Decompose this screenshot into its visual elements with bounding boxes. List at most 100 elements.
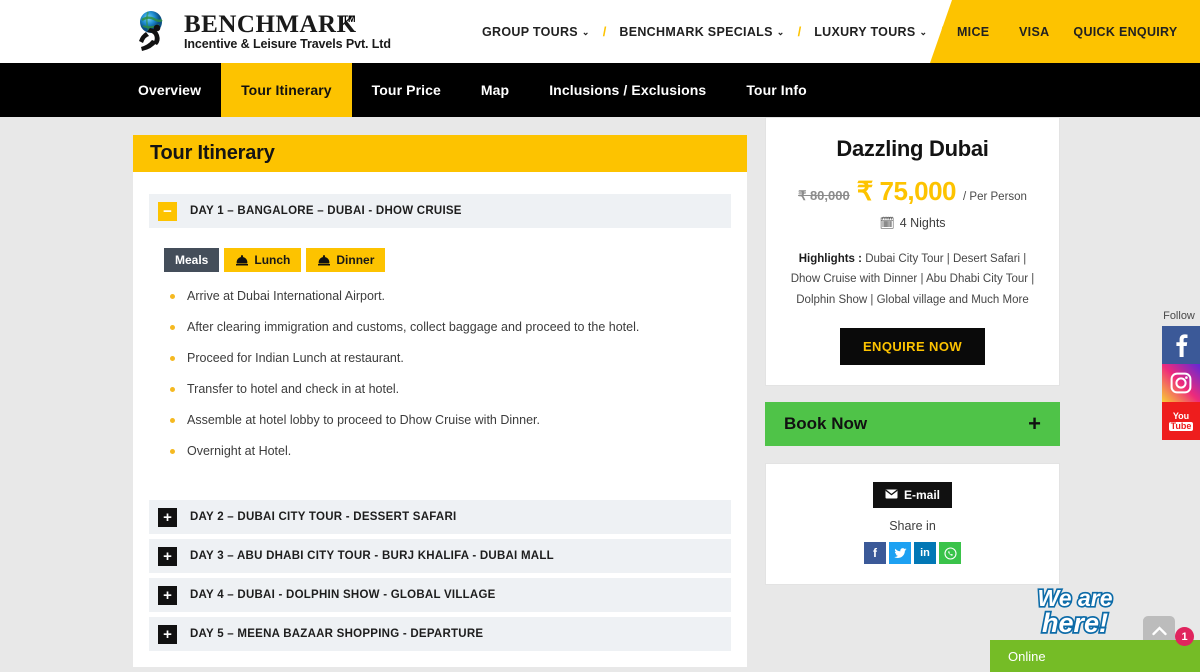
linkedin-icon[interactable]: in bbox=[914, 542, 936, 565]
nav-label: VISA bbox=[1019, 24, 1050, 39]
nav-label: MICE bbox=[956, 24, 990, 39]
highlights-label: Highlights : bbox=[798, 253, 862, 265]
facebook-icon[interactable] bbox=[1162, 326, 1200, 364]
tab-inclusions-exclusions[interactable]: Inclusions / Exclusions bbox=[529, 63, 726, 117]
nav-label: BENCHMARK SPECIALS bbox=[619, 24, 773, 39]
list-item: Overnight at Hotel. bbox=[170, 445, 731, 458]
whatsapp-icon[interactable] bbox=[939, 542, 961, 565]
per-person-label: / Per Person bbox=[963, 191, 1027, 203]
list-item: Transfer to hotel and check in at hotel. bbox=[170, 383, 731, 396]
nav-label: LUXURY TOURS bbox=[814, 24, 916, 39]
day-title: DAY 4 – DUBAI - DOLPHIN SHOW - GLOBAL VI… bbox=[190, 589, 496, 601]
meals-badges: Meals Lunch Dinner bbox=[164, 248, 731, 272]
follow-label: Follow bbox=[1163, 310, 1195, 322]
instagram-icon[interactable] bbox=[1162, 364, 1200, 402]
meals-label-badge: Meals bbox=[164, 248, 220, 272]
tab-tour-itinerary[interactable]: Tour Itinerary bbox=[221, 63, 352, 117]
day-title: DAY 5 – MEENA BAZAAR SHOPPING - DEPARTUR… bbox=[190, 628, 484, 640]
nav-label: GROUP TOURS bbox=[482, 24, 578, 39]
chevron-up-icon bbox=[1151, 623, 1167, 641]
tour-itinerary-body: − DAY 1 – BANGALORE – DUBAI - DHOW CRUIS… bbox=[133, 172, 747, 667]
tour-itinerary-panel: Tour Itinerary − DAY 1 – BANGALORE – DUB… bbox=[133, 135, 747, 667]
list-item: After clearing immigration and customs, … bbox=[170, 321, 731, 334]
accordion-row-day-3[interactable]: + DAY 3 – ABU DHABI CITY TOUR - BURJ KHA… bbox=[149, 539, 731, 573]
tour-itinerary-panel-header: Tour Itinerary bbox=[133, 135, 747, 172]
list-item: Arrive at Dubai International Airport. bbox=[170, 290, 731, 303]
discounted-price: ₹ 75,000 bbox=[856, 176, 957, 206]
tour-name: Dazzling Dubai bbox=[836, 136, 989, 161]
list-item: Proceed for Indian Lunch at restaurant. bbox=[170, 352, 731, 365]
plus-icon[interactable]: + bbox=[158, 507, 177, 527]
nav-separator: / bbox=[797, 24, 802, 39]
meal-label: Dinner bbox=[336, 253, 375, 267]
calendar-icon: 🗓 bbox=[879, 216, 895, 230]
enquire-now-button[interactable]: ENQUIRE NOW bbox=[839, 328, 985, 366]
meal-badge-lunch: Lunch bbox=[224, 248, 302, 272]
food-dome-icon bbox=[235, 254, 249, 266]
tour-section-tabs: Overview Tour Itinerary Tour Price Map I… bbox=[0, 63, 1200, 117]
tab-map[interactable]: Map bbox=[461, 63, 529, 117]
facebook-icon[interactable]: f bbox=[864, 542, 886, 565]
sidebar-column: Dazzling Dubai ₹ 80,000 ₹ 75,000 / Per P… bbox=[765, 117, 1060, 672]
page-title: Tour Itinerary bbox=[150, 142, 275, 164]
food-dome-icon bbox=[317, 254, 331, 266]
accordion-row-day-1[interactable]: − DAY 1 – BANGALORE – DUBAI - DHOW CRUIS… bbox=[149, 194, 731, 228]
original-price: ₹ 80,000 bbox=[798, 188, 850, 203]
chat-unread-badge: 1 bbox=[1175, 627, 1194, 646]
tour-summary-card: Dazzling Dubai ₹ 80,000 ₹ 75,000 / Per P… bbox=[765, 117, 1060, 387]
twitter-icon[interactable] bbox=[889, 542, 911, 565]
page-content: Tour Itinerary − DAY 1 – BANGALORE – DUB… bbox=[0, 117, 1200, 672]
plus-icon: + bbox=[1028, 411, 1041, 437]
plus-icon[interactable]: + bbox=[158, 546, 177, 566]
chevron-down-icon: ⌄ bbox=[776, 27, 785, 37]
email-label: E-mail bbox=[903, 488, 940, 503]
nights-row: 🗓 4 Nights bbox=[782, 216, 1043, 230]
running-man-globe-icon bbox=[130, 8, 178, 56]
price-row: ₹ 80,000 ₹ 75,000 / Per Person bbox=[782, 176, 1043, 207]
online-label: Online bbox=[1008, 648, 1046, 664]
social-follow-rail: Follow You Tube bbox=[1158, 310, 1200, 440]
main-column: Tour Itinerary − DAY 1 – BANGALORE – DUB… bbox=[133, 117, 747, 672]
nav-item-luxury-tours[interactable]: LUXURY TOURS ⌄ bbox=[812, 25, 929, 39]
book-now-label: Book Now bbox=[784, 414, 868, 434]
nav-item-group-tours[interactable]: GROUP TOURS ⌄ bbox=[480, 25, 592, 39]
meal-label: Lunch bbox=[254, 253, 291, 267]
brand-tagline: Incentive & Leisure Travels Pvt. Ltd bbox=[184, 37, 391, 52]
list-item: Assemble at hotel lobby to proceed to Dh… bbox=[170, 414, 731, 427]
site-logo[interactable]: BENCHMARKTM Incentive & Leisure Travels … bbox=[130, 8, 391, 56]
chevron-down-icon: ⌄ bbox=[581, 27, 590, 37]
youtube-icon[interactable]: You Tube bbox=[1162, 402, 1200, 440]
tab-tour-info[interactable]: Tour Info bbox=[726, 63, 827, 117]
nav-item-visa[interactable]: VISA bbox=[1017, 25, 1051, 39]
minus-icon[interactable]: − bbox=[158, 201, 177, 221]
brand-name: BENCHMARK bbox=[184, 11, 357, 39]
trademark-symbol: TM bbox=[342, 14, 356, 25]
day-title: DAY 1 – BANGALORE – DUBAI - DHOW CRUISE bbox=[190, 205, 462, 217]
day-1-itinerary-points: Arrive at Dubai International Airport. A… bbox=[170, 290, 731, 458]
accordion-row-day-4[interactable]: + DAY 4 – DUBAI - DOLPHIN SHOW - GLOBAL … bbox=[149, 578, 731, 612]
nav-item-benchmark-specials[interactable]: BENCHMARK SPECIALS ⌄ bbox=[617, 25, 786, 39]
envelope-icon bbox=[885, 488, 898, 502]
email-button[interactable]: E-mail bbox=[872, 482, 952, 509]
nav-separator: / bbox=[940, 24, 944, 39]
chat-online-bar[interactable]: Online bbox=[990, 640, 1200, 672]
meal-badge-dinner: Dinner bbox=[306, 248, 386, 272]
nights-label: 4 Nights bbox=[899, 216, 946, 230]
highlights-text: Highlights : Dubai City Tour | Desert Sa… bbox=[782, 249, 1043, 310]
nav-separator: / bbox=[602, 24, 607, 39]
book-now-bar[interactable]: Book Now + bbox=[765, 402, 1060, 447]
tab-tour-price[interactable]: Tour Price bbox=[352, 63, 461, 117]
plus-icon[interactable]: + bbox=[158, 624, 177, 644]
share-card: E-mail Share in f in bbox=[765, 463, 1060, 586]
nav-item-list: GROUP TOURS ⌄ / BENCHMARK SPECIALS ⌄ / L… bbox=[480, 24, 1178, 39]
accordion-row-day-2[interactable]: + DAY 2 – DUBAI CITY TOUR - DESSERT SAFA… bbox=[149, 500, 731, 534]
site-header: BENCHMARKTM Incentive & Leisure Travels … bbox=[0, 0, 1200, 63]
share-label: Share in bbox=[889, 519, 936, 534]
tab-overview[interactable]: Overview bbox=[118, 63, 221, 117]
accordion-row-day-5[interactable]: + DAY 5 – MEENA BAZAAR SHOPPING - DEPART… bbox=[149, 617, 731, 651]
share-icon-row: f in bbox=[766, 542, 1059, 565]
nav-item-mice[interactable]: MICE bbox=[955, 25, 991, 39]
primary-navigation: GROUP TOURS ⌄ / BENCHMARK SPECIALS ⌄ / L… bbox=[480, 0, 1200, 63]
plus-icon[interactable]: + bbox=[158, 585, 177, 605]
nav-item-quick-enquiry[interactable]: QUICK ENQUIRY bbox=[1073, 25, 1177, 39]
